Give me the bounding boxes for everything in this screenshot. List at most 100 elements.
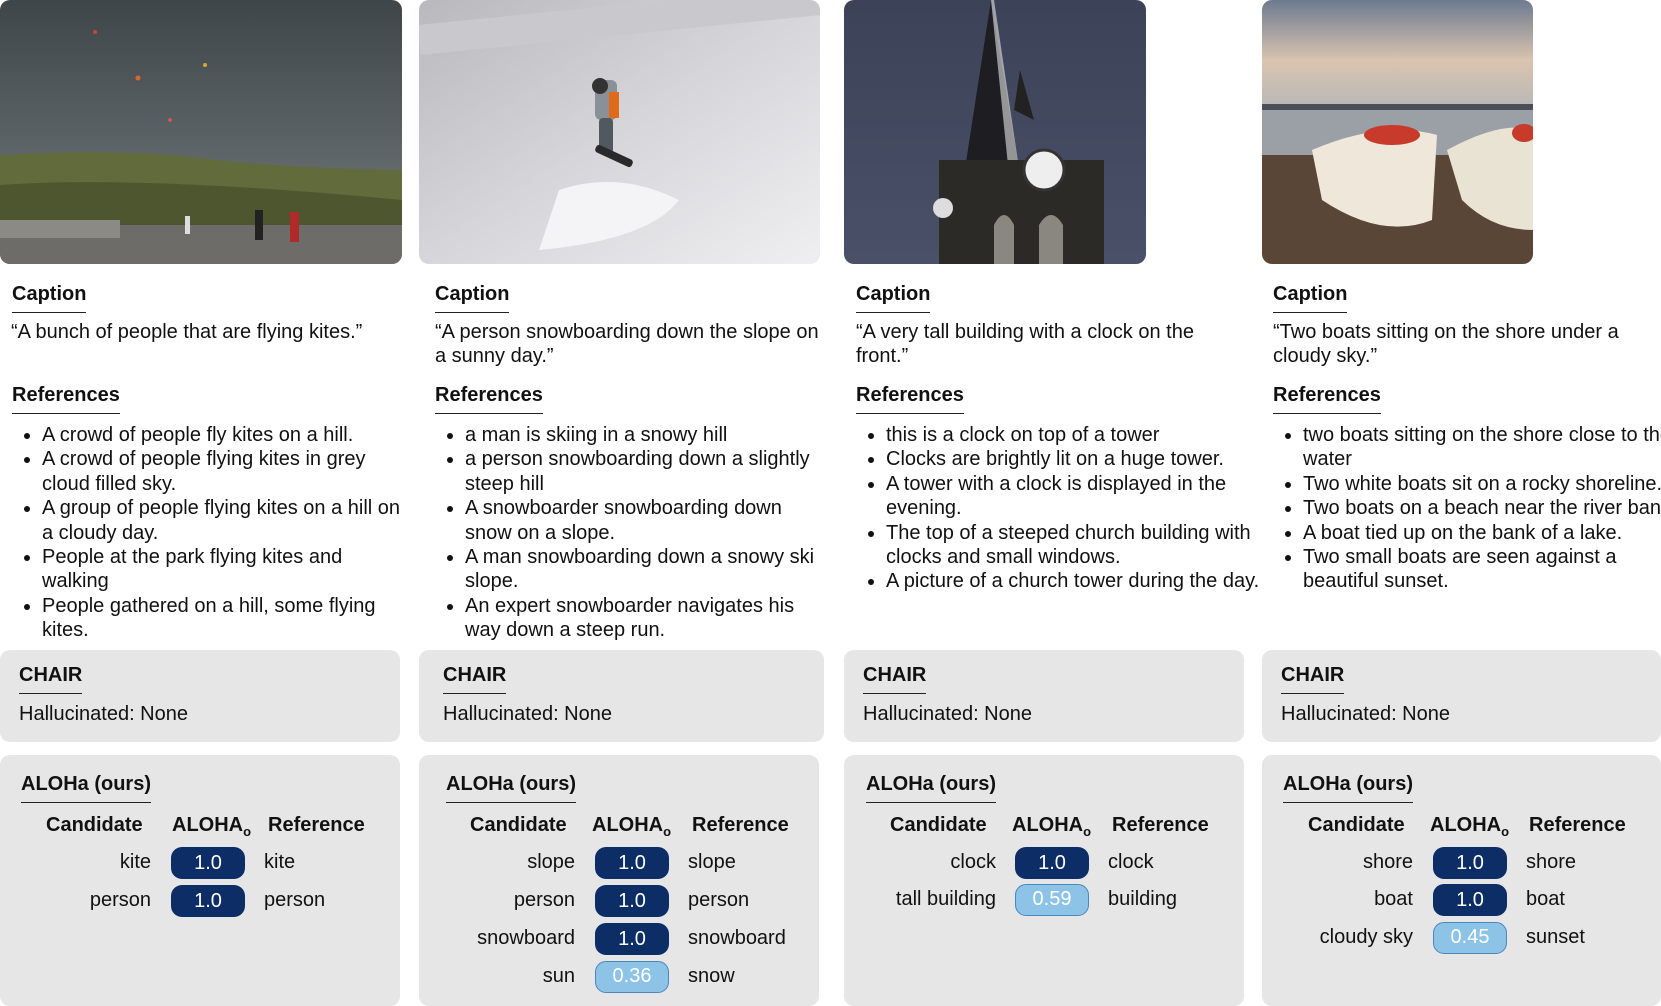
reference-item: Two small boats are seen against a beaut… [1303, 545, 1661, 594]
reference-header: Reference [268, 814, 365, 836]
aloha-box: ALOHa (ours) Candidate ALOHAo Reference … [0, 755, 400, 1006]
candidate-word: tall building [895, 888, 996, 910]
candidate-word: snowboard [477, 927, 575, 949]
references-heading: References [1273, 384, 1381, 414]
reference-item: a person snowboarding down a slightly st… [465, 447, 830, 496]
aloha-score-pill: 1.0 [595, 923, 669, 955]
reference-word: snow [688, 965, 735, 987]
reference-item: Two boats on a beach near the river bank [1303, 496, 1661, 520]
chair-heading: CHAIR [443, 664, 507, 694]
references-heading: References [856, 384, 964, 414]
caption-heading: Caption [856, 283, 931, 313]
aloha-score-pill: 0.45 [1433, 922, 1507, 954]
candidate-word: person [89, 889, 151, 911]
aloha-score-header: ALOHAo [592, 814, 672, 839]
caption-heading: Caption [1273, 283, 1348, 313]
reference-item: A snowboarder snowboarding down snow on … [465, 496, 830, 545]
aloha-heading: ALOHa (ours) [866, 773, 996, 803]
chair-box: CHAIR Hallucinated: None [844, 650, 1244, 742]
reference-item: Two white boats sit on a rocky shoreline… [1303, 472, 1661, 496]
reference-item: A crowd of people flying kites in grey c… [42, 447, 410, 496]
candidate-word: boat [1374, 888, 1413, 910]
reference-item: A tower with a clock is displayed in the… [886, 472, 1261, 521]
reference-item: Clocks are brightly lit on a huge tower. [886, 447, 1261, 471]
aloha-score-pill: 1.0 [1433, 847, 1507, 879]
aloha-score-pill: 1.0 [171, 885, 245, 917]
candidate-word: shore [1362, 851, 1413, 873]
kites-photo [0, 0, 402, 264]
chair-heading: CHAIR [19, 664, 83, 694]
aloha-box: ALOHa (ours) Candidate ALOHAo Reference … [1262, 755, 1661, 1006]
aloha-heading: ALOHa (ours) [1283, 773, 1413, 803]
candidate-header: Candidate [1308, 814, 1405, 836]
reference-item: An expert snowboarder navigates his way … [465, 594, 830, 643]
candidate-word: cloudy sky [1319, 926, 1413, 948]
references-heading: References [435, 384, 543, 414]
caption-text: “A person snowboarding down the slope on… [435, 321, 819, 367]
aloha-box: ALOHa (ours) Candidate ALOHAo Reference … [419, 755, 819, 1006]
candidate-word: slope [527, 851, 575, 873]
aloha-heading: ALOHa (ours) [446, 773, 576, 803]
references-heading: References [12, 384, 120, 414]
caption-text: “Two boats sitting on the shore under a … [1273, 321, 1619, 367]
references-list: two boats sitting on the shore close to … [1273, 423, 1661, 594]
church-tower-photo [844, 0, 1146, 264]
panel-4: Caption “Two boats sitting on the shore … [1262, 0, 1661, 1006]
reference-word: slope [688, 851, 736, 873]
reference-item: The top of a steeped church building wit… [886, 521, 1261, 570]
reference-word: person [688, 889, 750, 911]
aloha-score-header: ALOHAo [1012, 814, 1092, 839]
reference-word: person [264, 889, 326, 911]
references-list: a man is skiing in a snowy hill a person… [435, 423, 830, 643]
references-list: this is a clock on top of a tower Clocks… [856, 423, 1261, 594]
caption-heading: Caption [12, 283, 87, 313]
reference-word: building [1108, 888, 1177, 910]
aloha-score-pill: 1.0 [595, 885, 669, 917]
aloha-box: ALOHa (ours) Candidate ALOHAo Reference … [844, 755, 1244, 1006]
snowboarder-photo [419, 0, 820, 264]
chair-heading: CHAIR [1281, 664, 1345, 694]
candidate-header: Candidate [890, 814, 987, 836]
caption-text: “A bunch of people that are flying kites… [11, 321, 363, 343]
reference-header: Reference [1529, 814, 1626, 836]
reference-word: clock [1108, 851, 1154, 873]
reference-word: sunset [1526, 926, 1585, 948]
boats-photo [1262, 0, 1533, 264]
chair-hallucinated: Hallucinated: None [443, 703, 612, 725]
aloha-heading: ALOHa (ours) [21, 773, 151, 803]
aloha-score-pill: 1.0 [171, 847, 245, 879]
aloha-score-pill: 1.0 [1015, 847, 1089, 879]
reference-word: kite [264, 851, 296, 873]
chair-hallucinated: Hallucinated: None [19, 703, 188, 725]
reference-item: A man snowboarding down a snowy ski slop… [465, 545, 830, 594]
candidate-header: Candidate [46, 814, 143, 836]
chair-box: CHAIR Hallucinated: None [419, 650, 824, 742]
chair-box: CHAIR Hallucinated: None [0, 650, 400, 742]
chair-hallucinated: Hallucinated: None [863, 703, 1032, 725]
aloha-score-header: ALOHAo [1430, 814, 1510, 839]
reference-item: a man is skiing in a snowy hill [465, 423, 830, 447]
reference-item: this is a clock on top of a tower [886, 423, 1261, 447]
candidate-word: sun [542, 965, 575, 987]
candidate-word: clock [950, 851, 996, 873]
reference-header: Reference [1112, 814, 1209, 836]
panel-2: Caption “A person snowboarding down the … [419, 0, 824, 1006]
panel-3: Caption “A very tall building with a clo… [844, 0, 1259, 1006]
chair-heading: CHAIR [863, 664, 927, 694]
aloha-score-pill: 1.0 [1433, 884, 1507, 916]
chair-box: CHAIR Hallucinated: None [1262, 650, 1661, 742]
reference-item: A picture of a church tower during the d… [886, 569, 1261, 593]
aloha-score-pill: 0.36 [595, 961, 669, 993]
candidate-word: kite [119, 851, 151, 873]
candidate-header: Candidate [470, 814, 567, 836]
chair-hallucinated: Hallucinated: None [1281, 703, 1450, 725]
aloha-score-header: ALOHAo [172, 814, 252, 839]
references-list: A crowd of people fly kites on a hill. A… [12, 423, 410, 643]
caption-text: “A very tall building with a clock on th… [856, 321, 1194, 367]
reference-item: A boat tied up on the bank of a lake. [1303, 521, 1661, 545]
reference-word: snowboard [688, 927, 786, 949]
aloha-score-pill: 1.0 [595, 847, 669, 879]
reference-item: People gathered on a hill, some flying k… [42, 594, 410, 643]
reference-item: A crowd of people fly kites on a hill. [42, 423, 410, 447]
panel-1: Caption “A bunch of people that are flyi… [0, 0, 402, 1006]
